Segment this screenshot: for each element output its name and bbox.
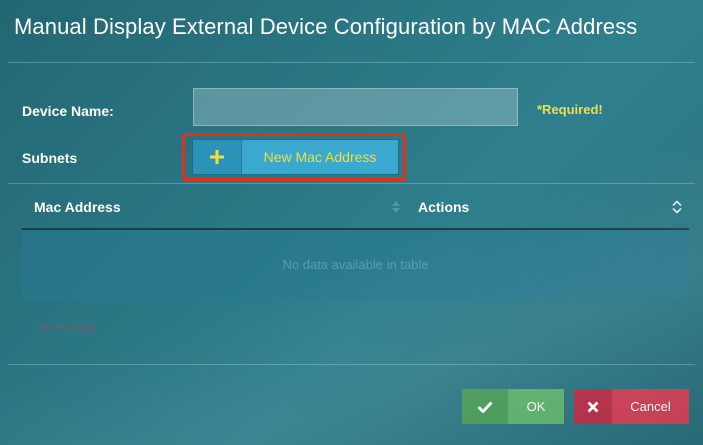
device-name-input[interactable] xyxy=(193,88,518,126)
device-name-label: Device Name: xyxy=(22,103,114,119)
section-divider xyxy=(8,183,695,184)
footer-divider xyxy=(8,364,695,365)
ok-label: OK xyxy=(508,389,564,424)
sort-icon[interactable] xyxy=(672,200,682,214)
cancel-button[interactable]: Cancel xyxy=(574,389,689,424)
close-icon xyxy=(574,389,612,424)
title-divider xyxy=(8,62,695,63)
mac-grid-header: Mac Address Actions xyxy=(22,190,689,228)
new-mac-address-label: New Mac Address xyxy=(242,140,398,174)
ok-button[interactable]: OK xyxy=(462,389,564,424)
grid-empty-message: No data available in table xyxy=(282,257,429,272)
dialog-title: Manual Display External Device Configura… xyxy=(14,14,638,39)
column-header-mac-address[interactable]: Mac Address xyxy=(34,199,121,215)
required-note: *Required! xyxy=(537,102,603,117)
validation-error-text: No records xyxy=(38,320,97,334)
subnets-label: Subnets xyxy=(22,150,78,166)
mac-grid-body: No data available in table xyxy=(22,230,689,300)
plus-icon xyxy=(193,140,242,174)
mac-address-config-dialog: Manual Display External Device Configura… xyxy=(0,0,703,445)
sort-icon[interactable] xyxy=(392,201,400,213)
new-mac-address-button[interactable]: New Mac Address xyxy=(192,139,399,175)
column-header-actions[interactable]: Actions xyxy=(418,199,469,215)
check-icon xyxy=(462,389,508,424)
cancel-label: Cancel xyxy=(612,389,689,424)
